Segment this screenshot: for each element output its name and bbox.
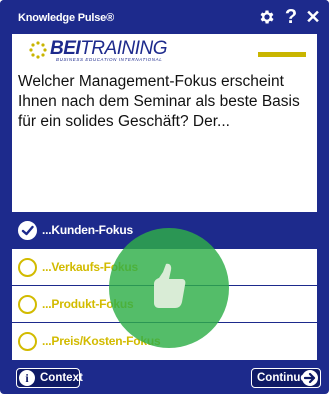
question-text: Welcher Management-Fokus erscheint Ihnen… [18,73,300,130]
knowledge-pulse-widget: Knowledge Pulse® ? ✕ BEITRAINING BUSINES… [0,0,329,394]
radio-icon [18,295,37,314]
continue-label: Continue [257,372,307,384]
answer-label: ...Kunden-Fokus [42,223,133,237]
arrow-right-icon [302,370,318,386]
footer-bar: i Context Continue [0,362,329,394]
close-icon[interactable]: ✕ [304,6,322,28]
logo-tagline: BUSINESS EDUCATION INTERNATIONAL [56,57,163,62]
radio-icon [18,332,37,351]
brand-header: BEITRAINING BUSINESS EDUCATION INTERNATI… [12,34,317,68]
thumbs-up-icon [154,263,186,308]
feedback-badge [109,228,229,348]
info-icon: i [19,370,35,386]
context-label: Context [40,372,83,384]
window-title: Knowledge Pulse® [18,12,114,24]
accent-bar [258,52,306,57]
continue-button[interactable]: Continue [251,368,321,388]
logo-icon [29,41,47,59]
help-icon[interactable]: ? [284,6,298,28]
logo-bold: BEI [50,38,81,59]
context-button[interactable]: i Context [16,368,83,388]
logo-light: TRAINING [80,38,167,59]
radio-icon [18,258,37,277]
checked-radio-icon [18,221,37,240]
title-bar: Knowledge Pulse® ? ✕ [0,0,329,34]
gear-icon[interactable] [256,6,278,28]
